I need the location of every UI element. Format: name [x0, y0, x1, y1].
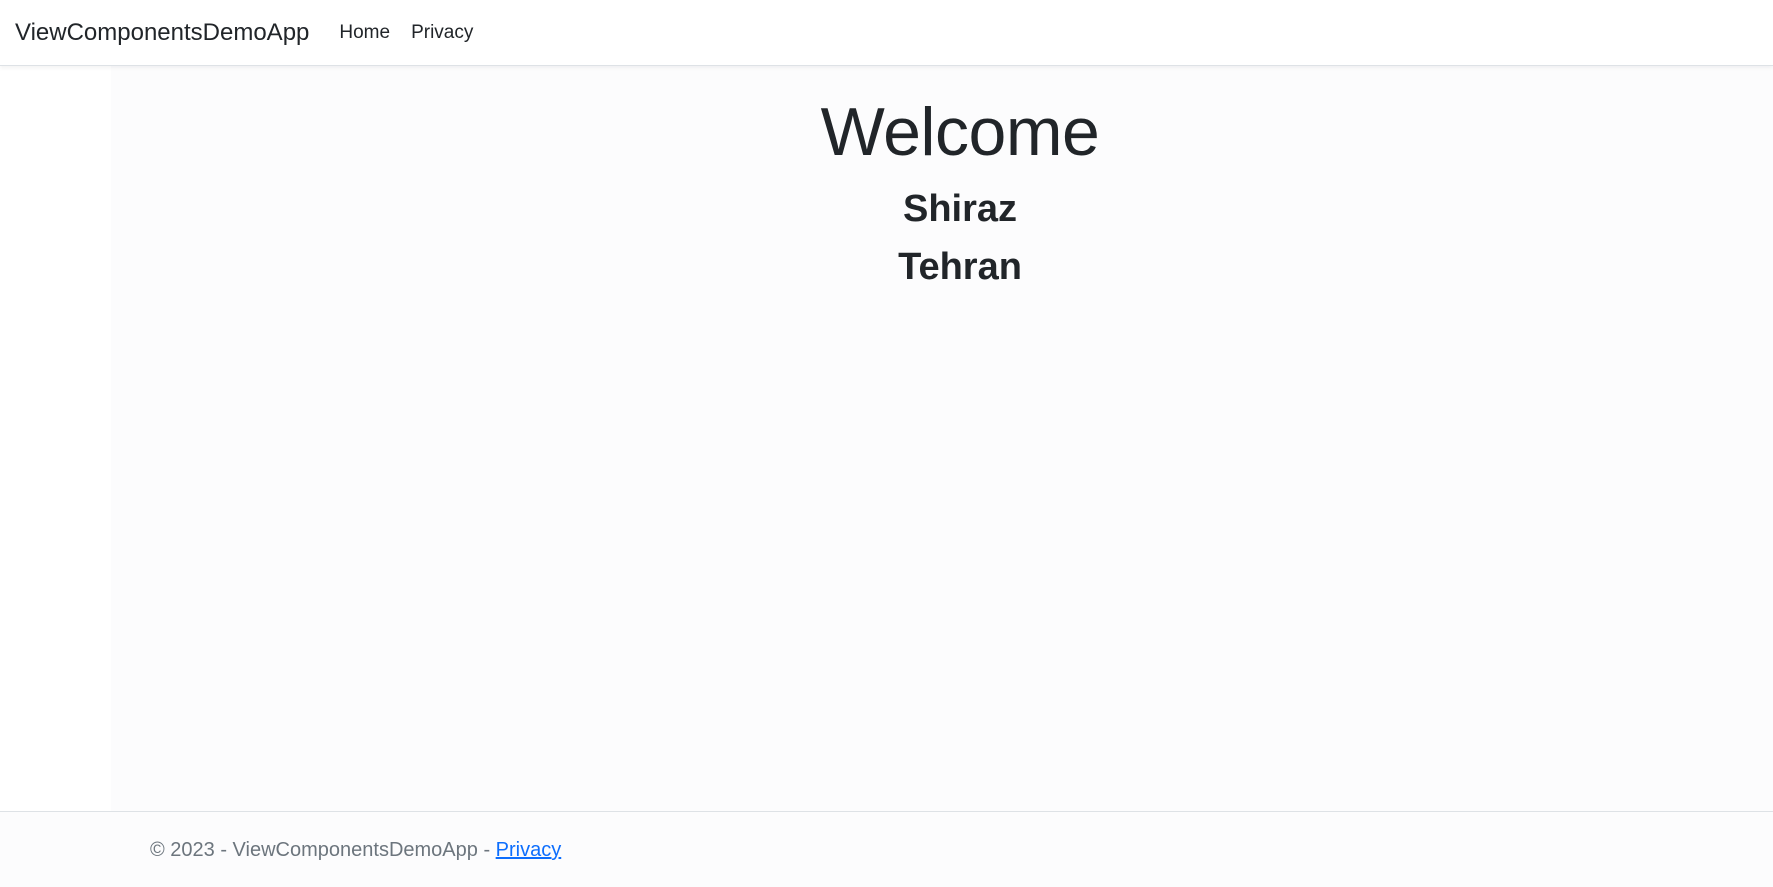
footer-text: © 2023 - ViewComponentsDemoApp - Privacy — [150, 839, 561, 862]
footer-copyright: © 2023 - ViewComponentsDemoApp - — [150, 839, 496, 861]
page-footer: © 2023 - ViewComponentsDemoApp - Privacy — [0, 811, 1773, 887]
city-list: Shiraz Tehran — [0, 180, 1773, 296]
city-item-shiraz: Shiraz — [902, 188, 1018, 230]
main-container — [111, 66, 1773, 811]
top-navbar: ViewComponentsDemoApp Home Privacy — [0, 0, 1773, 66]
city-item-tehran: Tehran — [898, 246, 1022, 288]
nav-link-home[interactable]: Home — [339, 22, 390, 44]
nav-link-privacy[interactable]: Privacy — [411, 22, 473, 44]
brand-link[interactable]: ViewComponentsDemoApp — [15, 19, 309, 47]
footer-privacy-link[interactable]: Privacy — [496, 839, 562, 861]
page-title: Welcome — [820, 94, 1100, 170]
